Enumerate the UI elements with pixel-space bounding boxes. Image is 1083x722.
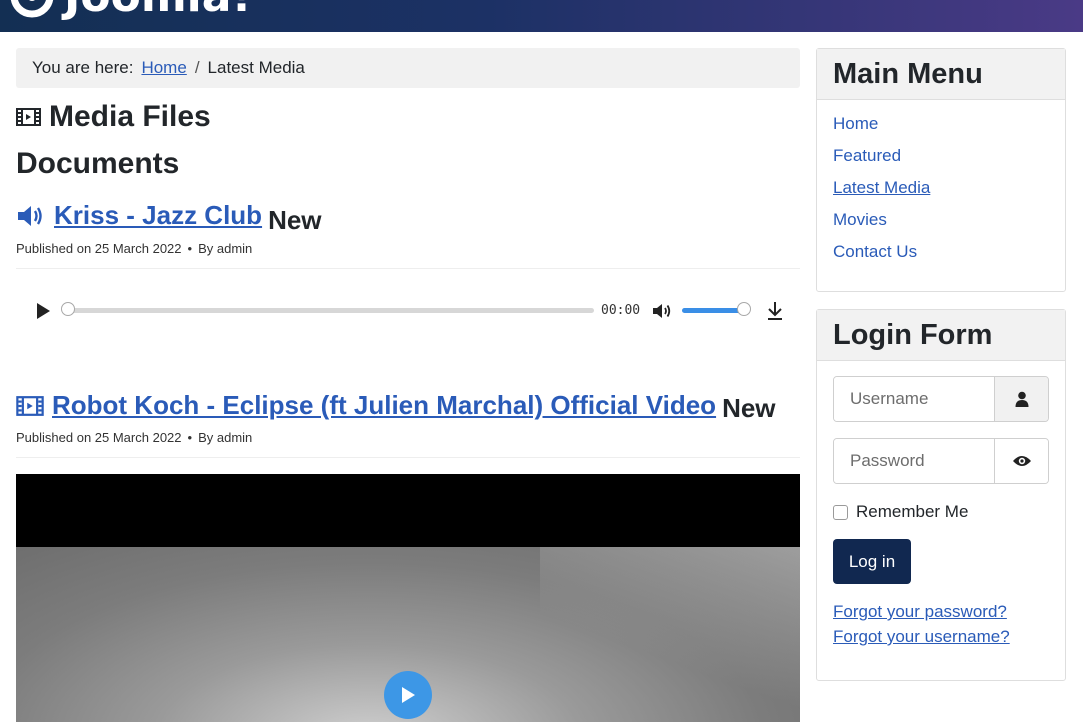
eye-icon	[1012, 456, 1031, 466]
section-title: Documents	[16, 147, 180, 180]
login-button[interactable]: Log in	[833, 539, 911, 584]
audio-player: 00:00	[16, 288, 800, 334]
menu-link[interactable]: Latest Media	[833, 178, 930, 197]
remember-me-checkbox[interactable]	[833, 504, 848, 520]
author: By admin	[198, 430, 253, 445]
page-title-text: Media Files	[49, 100, 211, 133]
menu-item-contact-us: Contact Us	[833, 242, 1049, 274]
menu-link[interactable]: Home	[833, 114, 878, 133]
password-field	[833, 438, 1049, 484]
remember-me-label: Remember Me	[856, 502, 969, 521]
item-title-text: Robot Koch - Eclipse (ft Julien Marchal)…	[52, 390, 717, 420]
divider	[16, 457, 800, 458]
site-logo[interactable]: Joomla!	[6, 0, 252, 22]
password-input[interactable]	[834, 439, 994, 483]
play-icon	[402, 687, 415, 703]
volume-icon	[18, 205, 42, 226]
meta-separator: •	[187, 241, 193, 256]
show-password-toggle[interactable]	[994, 439, 1048, 483]
divider	[16, 268, 800, 269]
menu-link[interactable]: Contact Us	[833, 242, 917, 261]
item-title-video: Robot Koch - Eclipse (ft Julien Marchal)…	[16, 390, 776, 424]
audio-progress-track[interactable]	[68, 308, 594, 313]
video-play-button[interactable]	[384, 671, 432, 719]
forgot-password-link[interactable]: Forgot your password?	[833, 602, 1007, 622]
download-icon[interactable]	[766, 301, 784, 321]
menu-item-featured: Featured	[833, 146, 1049, 178]
username-input[interactable]	[834, 377, 994, 421]
menu-link[interactable]: Featured	[833, 146, 901, 165]
audio-time: 00:00	[601, 303, 641, 318]
video-player[interactable]	[16, 474, 800, 722]
film-icon	[16, 395, 44, 416]
volume-handle[interactable]	[737, 302, 751, 316]
breadcrumb-current: Latest Media	[207, 58, 305, 77]
username-addon	[994, 377, 1048, 421]
item-title-audio: Kriss - Jazz Club New	[16, 200, 322, 236]
author: By admin	[198, 241, 253, 256]
item-title-text: Kriss - Jazz Club	[54, 200, 263, 230]
menu-item-latest-media: Latest Media	[833, 178, 1049, 210]
logo-text: Joomla!	[64, 0, 252, 22]
published-date: Published on 25 March 2022	[16, 430, 182, 445]
meta-separator: •	[187, 430, 193, 445]
page-title: Media Files	[16, 100, 211, 134]
username-field	[833, 376, 1049, 422]
login-form-title: Login Form	[817, 310, 1065, 361]
forgot-username-link[interactable]: Forgot your username?	[833, 627, 1010, 647]
audio-progress-handle[interactable]	[61, 302, 75, 316]
remember-me[interactable]: Remember Me	[833, 502, 968, 522]
menu-item-movies: Movies	[833, 210, 1049, 242]
main-menu-module: Main Menu Home Featured Latest Media Mov…	[816, 48, 1066, 292]
play-icon[interactable]	[34, 302, 52, 320]
item-link-robot-koch[interactable]: Robot Koch - Eclipse (ft Julien Marchal)…	[16, 390, 716, 421]
breadcrumb: You are here: Home / Latest Media	[16, 48, 800, 88]
breadcrumb-separator: /	[194, 58, 200, 77]
login-form-module: Login Form Remember Me Log in Forgot you…	[816, 309, 1066, 681]
breadcrumb-home-link[interactable]: Home	[141, 58, 186, 78]
breadcrumb-prefix: You are here:	[32, 58, 134, 77]
published-date: Published on 25 March 2022	[16, 241, 182, 256]
main-menu-list: Home Featured Latest Media Movies Contac…	[817, 100, 1065, 274]
site-header: Joomla!	[0, 0, 1083, 32]
menu-item-home: Home	[833, 114, 1049, 146]
film-icon	[16, 108, 41, 126]
item-link-kriss[interactable]: Kriss - Jazz Club	[16, 200, 262, 231]
new-badge: New	[722, 392, 776, 423]
user-icon	[1015, 391, 1028, 407]
main-menu-title: Main Menu	[817, 49, 1065, 100]
item-meta: Published on 25 March 2022 • By admin	[16, 241, 252, 256]
volume-icon[interactable]	[652, 302, 672, 320]
item-meta: Published on 25 March 2022 • By admin	[16, 430, 252, 445]
new-badge: New	[268, 204, 322, 235]
joomla-logo-icon	[10, 0, 54, 18]
menu-link[interactable]: Movies	[833, 210, 887, 229]
